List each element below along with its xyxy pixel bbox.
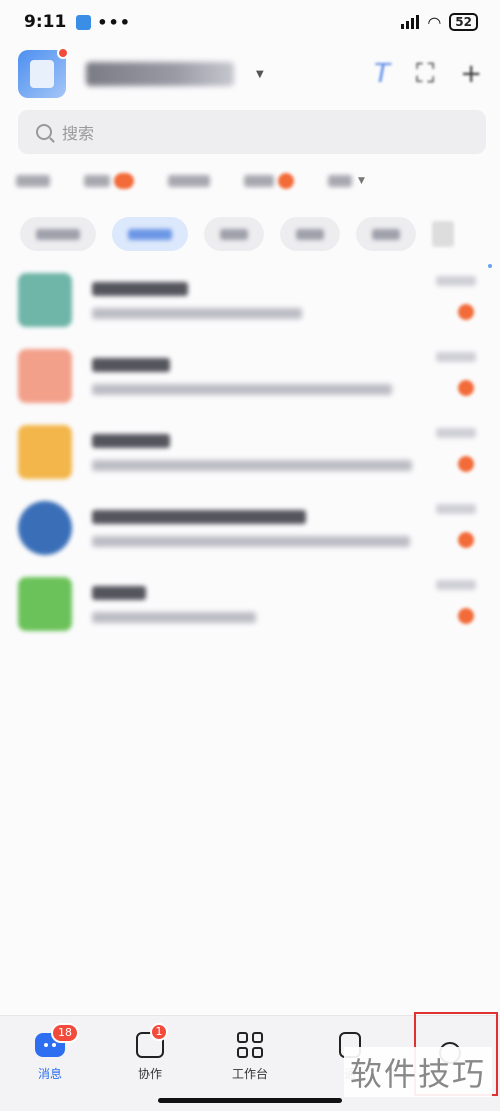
conversation-item[interactable] (0, 490, 500, 566)
filter-chip-label (372, 228, 400, 240)
search-icon (36, 124, 52, 140)
conversation-avatar (18, 273, 72, 327)
filter-chip[interactable] (20, 217, 96, 251)
header: ▼ 𝘛 ⛶ + (0, 46, 500, 102)
signal-icon (401, 15, 420, 29)
filter-tab[interactable] (244, 166, 294, 196)
triangle-down-icon[interactable]: ▼ (256, 69, 264, 80)
filter-chip-active[interactable] (112, 217, 188, 251)
filter-tab-count-badge (114, 173, 134, 189)
grid-icon (237, 1031, 263, 1058)
conversation-avatar (18, 501, 72, 555)
search-placeholder: 搜索 (62, 124, 95, 143)
conversation-time (436, 352, 476, 362)
filter-tab-count-badge (278, 173, 294, 189)
nav-collab[interactable]: 1 协作 (100, 1016, 200, 1094)
nav-badge: 1 (150, 1022, 168, 1041)
conversation-item[interactable] (0, 414, 500, 490)
conversation-title (92, 281, 188, 296)
conversation-title (92, 509, 306, 524)
filter-chip[interactable] (356, 217, 416, 251)
battery-icon: 52 (449, 13, 478, 31)
chip-row (0, 216, 500, 252)
filter-tab-label (16, 175, 50, 187)
nav-badge: 18 (51, 1022, 79, 1043)
conversation-preview (92, 535, 410, 547)
home-indicator[interactable] (158, 1098, 342, 1103)
org-avatar[interactable] (18, 47, 69, 98)
conversation-preview (92, 611, 256, 623)
conversation-time (436, 276, 476, 286)
conversation-preview (92, 307, 302, 319)
conversation-preview (92, 383, 392, 395)
conversation-title (92, 585, 146, 600)
filter-tab[interactable]: ▼ (328, 166, 365, 196)
conversation-time (436, 428, 476, 438)
filter-chip-label (220, 228, 248, 240)
nav-workbench[interactable]: 工作台 (200, 1016, 300, 1094)
conversation-avatar (18, 425, 72, 479)
conversation-item[interactable] (0, 338, 500, 414)
conversation-avatar (18, 349, 72, 403)
chevron-down-icon: ▼ (358, 176, 365, 186)
filter-chip[interactable] (204, 217, 264, 251)
conversation-preview (92, 459, 412, 471)
filter-chip-label (36, 228, 80, 240)
status-bar: 9:11 ••• ◠ 52 (0, 0, 500, 44)
search-bar[interactable]: 搜索 (18, 110, 486, 154)
unread-badge (458, 532, 474, 548)
filter-tab-label (244, 175, 274, 187)
filter-settings-icon[interactable] (432, 221, 454, 247)
watermark: 软件技巧 (343, 1047, 492, 1097)
plus-icon[interactable]: + (460, 59, 482, 89)
app-notification-icon (76, 14, 92, 30)
nav-label: 工作台 (231, 1066, 268, 1081)
filter-chip-label (296, 228, 324, 240)
notification-dot (57, 47, 69, 59)
conversation-title (92, 357, 170, 372)
filter-tab-label (168, 175, 210, 187)
filter-tab[interactable] (84, 166, 134, 196)
scan-icon[interactable]: ⛶ (416, 59, 434, 90)
filter-chip[interactable] (280, 217, 340, 251)
conversation-item[interactable] (0, 566, 500, 642)
unread-badge (458, 608, 474, 624)
nav-label: 协作 (137, 1066, 162, 1081)
unread-badge (458, 304, 474, 320)
filter-tab[interactable] (168, 166, 210, 196)
org-name[interactable] (86, 62, 234, 86)
conversation-title (92, 433, 170, 448)
unread-badge (458, 456, 474, 472)
status-time: 9:11 (24, 12, 67, 32)
nav-label: 消息 (37, 1066, 62, 1081)
translate-icon[interactable]: 𝘛 (374, 59, 390, 89)
conversation-time (436, 580, 476, 590)
wifi-icon: ◠ (427, 12, 442, 32)
conversation-time (436, 504, 476, 514)
filter-tabs: ▼ (0, 166, 500, 196)
conversation-item[interactable] (0, 262, 500, 338)
conversation-list (0, 262, 500, 642)
filter-tab-label (328, 175, 352, 187)
filter-tab[interactable] (16, 166, 50, 196)
conversation-avatar (18, 577, 72, 631)
filter-chip-label (128, 228, 172, 240)
unread-badge (458, 380, 474, 396)
nav-messages[interactable]: 18 消息 (0, 1016, 100, 1094)
more-notifications-icon: ••• (97, 12, 131, 32)
filter-tab-label (84, 175, 110, 187)
